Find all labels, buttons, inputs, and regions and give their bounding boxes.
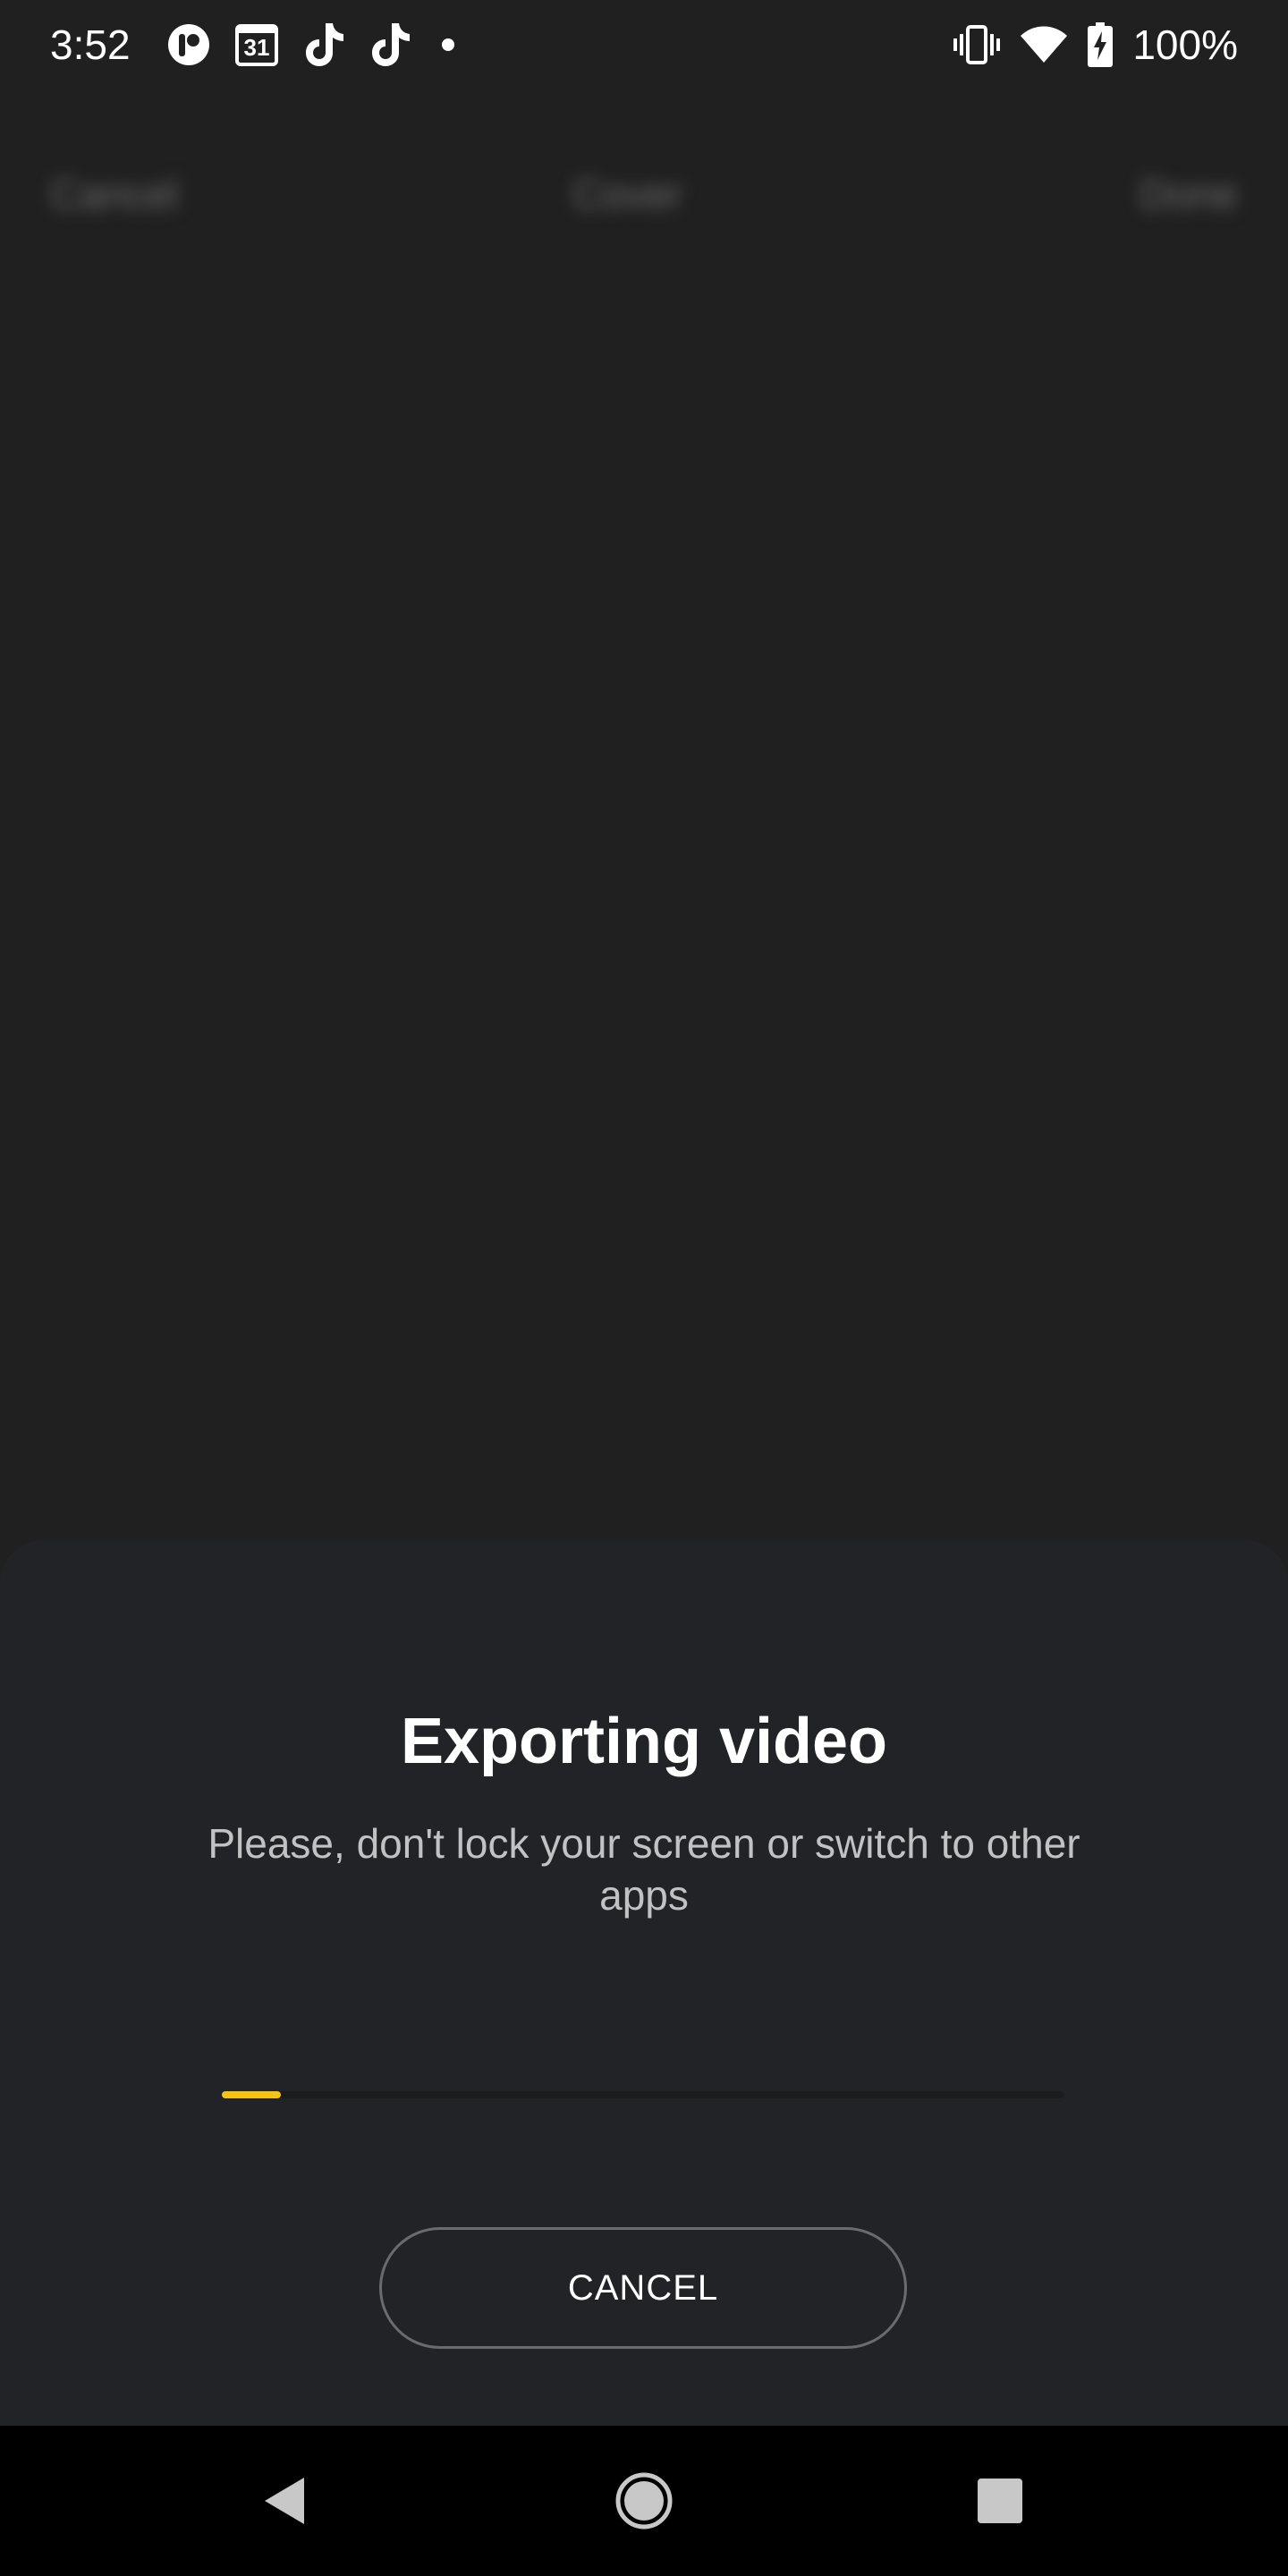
tiktok-icon: [369, 21, 411, 68]
notification-icons: 31: [166, 20, 462, 70]
app-notification-icon: [166, 22, 211, 67]
wifi-icon: [1020, 25, 1068, 64]
home-icon: [615, 2472, 673, 2529]
navigation-bar: [0, 2426, 1288, 2576]
tiktok-icon: [302, 21, 345, 68]
more-notifications-dot-icon: [435, 31, 462, 58]
back-button[interactable]: [213, 2426, 356, 2576]
export-bottom-sheet: Exporting video Please, don't lock your …: [0, 1540, 1288, 2426]
cancel-export-button[interactable]: CANCEL: [379, 2227, 907, 2349]
status-bar: 3:52 31 100%: [0, 0, 1288, 89]
calendar-day: 31: [243, 34, 270, 61]
screen: 3:52 31 100% Cancel Cover Done Exporting…: [0, 0, 1288, 2576]
home-button[interactable]: [572, 2426, 716, 2576]
battery-percentage: 100%: [1132, 21, 1238, 68]
system-status-icons: 100%: [953, 20, 1238, 70]
status-time: 3:52: [50, 21, 131, 68]
calendar-icon: 31: [234, 22, 279, 67]
battery-charging-icon: [1088, 22, 1114, 67]
background-toolbar: Cancel Cover Done: [0, 152, 1288, 233]
export-progress-bar: [222, 2091, 1064, 2098]
vibrate-icon: [953, 25, 1001, 64]
recents-button[interactable]: [928, 2426, 1072, 2576]
back-icon: [265, 2478, 304, 2524]
export-progress-fill: [222, 2091, 281, 2098]
export-title: Exporting video: [400, 1706, 888, 1777]
background-cover-label: Cover: [572, 171, 682, 217]
background-done-label: Done: [1140, 171, 1238, 217]
recents-icon: [978, 2479, 1022, 2523]
background-cancel-label: Cancel: [50, 171, 179, 217]
export-subtitle: Please, don't lock your screen or switch…: [208, 1820, 1080, 1919]
